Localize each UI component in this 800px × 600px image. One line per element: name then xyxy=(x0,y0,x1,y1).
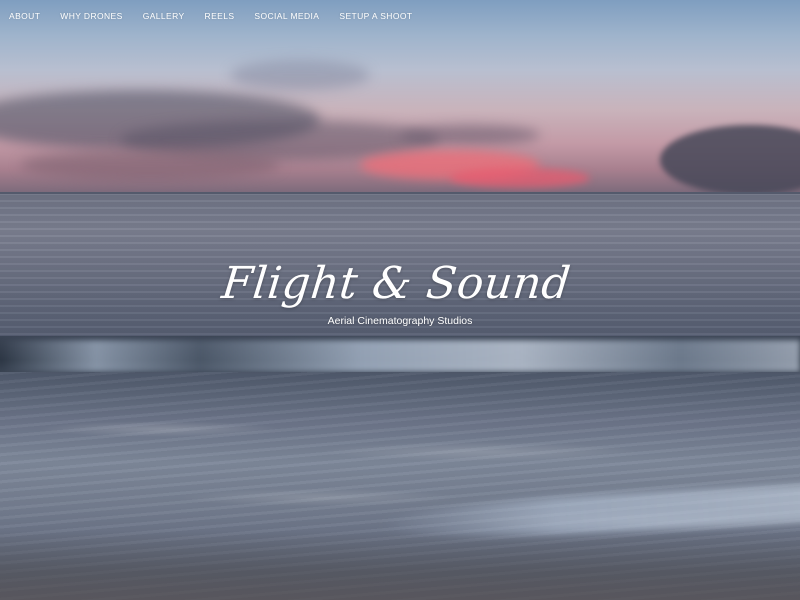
beach-sand xyxy=(0,530,800,600)
site-tagline: Aerial Cinematography Studios xyxy=(327,315,473,327)
site-title: Flight & Sound xyxy=(219,258,573,309)
nav-link-why-drones[interactable]: WHY DRONES xyxy=(60,11,122,21)
nav-link-reels[interactable]: REELS xyxy=(205,11,235,21)
nav-link-gallery[interactable]: GALLERY xyxy=(143,11,185,21)
horizon-line xyxy=(0,192,800,194)
nav-link-setup-a-shoot[interactable]: SETUP A SHOOT xyxy=(339,11,412,21)
nav-link-social-media[interactable]: SOCIAL MEDIA xyxy=(254,11,319,21)
sunset-sky-background xyxy=(0,0,800,200)
hero-title-block: Flight & Sound Aerial Cinematography Stu… xyxy=(0,258,800,327)
dark-cloud xyxy=(660,125,800,195)
pink-cloud xyxy=(450,168,590,188)
nav-link-about[interactable]: ABOUT xyxy=(9,11,40,21)
cloud xyxy=(230,60,370,90)
wave-crest xyxy=(0,340,800,372)
cloud xyxy=(400,125,540,145)
hero-section: ABOUT WHY DRONES GALLERY REELS SOCIAL ME… xyxy=(0,0,800,600)
top-navigation: ABOUT WHY DRONES GALLERY REELS SOCIAL ME… xyxy=(9,11,432,21)
cloud xyxy=(20,150,280,180)
